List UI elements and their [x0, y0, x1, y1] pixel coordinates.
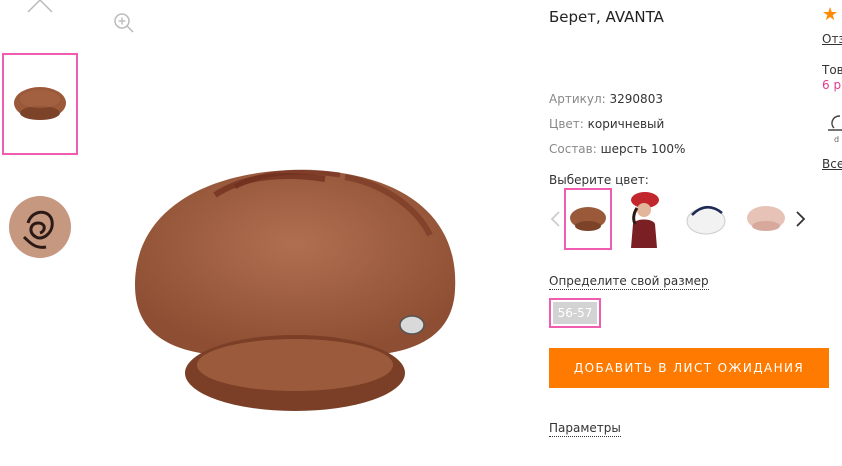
- chevron-left-icon[interactable]: [549, 210, 561, 228]
- article-row: Артикул: 3290803: [549, 92, 663, 106]
- color-option-white[interactable]: [682, 188, 730, 250]
- color-option-pink[interactable]: [742, 188, 790, 250]
- brown-beret-swatch: [570, 207, 606, 231]
- size-option-label: 56-57: [553, 302, 597, 324]
- color-option-red[interactable]: [620, 188, 668, 250]
- composition-value: шерсть 100%: [600, 142, 686, 156]
- choose-color-label: Выберите цвет:: [549, 173, 649, 187]
- color-option-brown[interactable]: [564, 188, 612, 250]
- reviews-link[interactable]: Отз: [822, 32, 842, 46]
- size-guide-link[interactable]: Определите свой размер: [549, 274, 709, 290]
- composition-label: Состав:: [549, 142, 597, 156]
- color-label: Цвет:: [549, 117, 584, 131]
- all-link[interactable]: Все: [822, 157, 842, 171]
- composition-row: Состав: шерсть 100%: [549, 142, 685, 156]
- brown-beret-thumb-image: [14, 87, 66, 120]
- points-text: 6 р: [822, 78, 842, 92]
- white-beret-swatch: [686, 206, 726, 235]
- article-value: 3290803: [609, 92, 663, 106]
- red-beret-model-swatch: [631, 192, 659, 248]
- add-to-waitlist-button[interactable]: ДОБАВИТЬ В ЛИСТ ОЖИДАНИЯ: [549, 348, 829, 388]
- delivery-logo-icon: d: [828, 115, 842, 144]
- color-value: коричневый: [587, 117, 665, 131]
- parameters-link[interactable]: Параметры: [549, 421, 621, 437]
- product-title: Берет, AVANTA: [549, 8, 664, 26]
- main-product-image[interactable]: [125, 165, 465, 415]
- color-row: Цвет: коричневый: [549, 117, 664, 131]
- size-option[interactable]: 56-57: [549, 298, 601, 328]
- article-label: Артикул:: [549, 92, 606, 106]
- chevron-right-icon[interactable]: [795, 210, 807, 228]
- thumbnail-brown-beret[interactable]: [2, 53, 78, 155]
- zoom-in-icon[interactable]: [113, 12, 135, 34]
- svg-text:d: d: [834, 135, 839, 144]
- pink-beret-swatch: [747, 206, 785, 231]
- chevron-up-icon[interactable]: [26, 0, 54, 18]
- thumbnail-embroidered-beret[interactable]: [2, 176, 78, 278]
- embroidered-beret-thumb-image: [9, 196, 71, 258]
- stock-text: Тов: [822, 63, 842, 77]
- star-icon: ★: [822, 4, 839, 25]
